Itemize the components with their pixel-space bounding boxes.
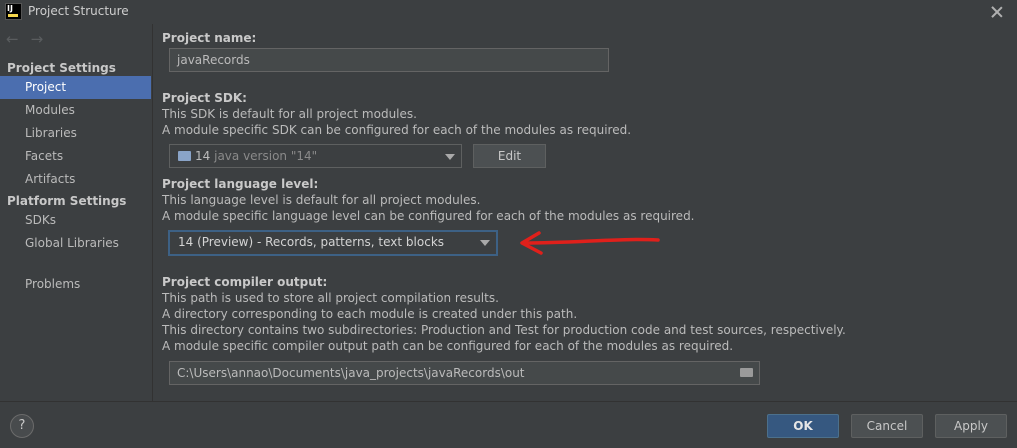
- dialog-footer: ? OK Cancel Apply: [0, 401, 1017, 448]
- help-icon[interactable]: ?: [10, 414, 34, 438]
- ok-button[interactable]: OK: [767, 414, 839, 438]
- annotation-arrow: [520, 231, 660, 255]
- cancel-button[interactable]: Cancel: [851, 414, 923, 438]
- apply-button[interactable]: Apply: [935, 414, 1007, 438]
